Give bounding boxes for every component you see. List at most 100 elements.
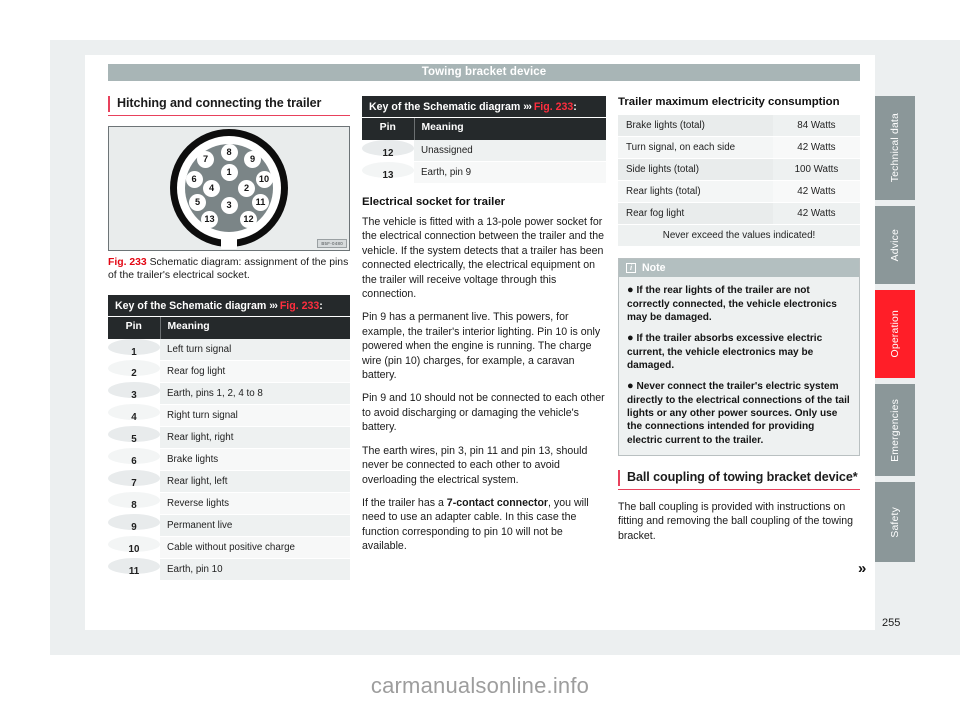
key-caption-prefix: Key of the Schematic diagram [115,299,267,312]
pin-cell: 6 [108,448,160,467]
socket-notch [221,238,237,250]
note-bullet-text: If the trailer absorbs excessive electri… [627,333,823,371]
sidebar-item-advice[interactable]: Advice [875,206,915,284]
consumption-value: 42 Watts [772,136,860,159]
table-row: Side lights (total) 100 Watts [618,158,860,181]
meaning-cell: Earth, pin 10 [160,558,350,581]
consumption-label: Turn signal, on each side [618,136,773,159]
paragraph-socket-description: The vehicle is fitted with a 13-pole pow… [362,216,605,301]
table-row: 5 Rear light, right [108,426,350,449]
note-bullet: ● If the rear lights of the trailer are … [627,283,851,324]
note-box: i Note ● If the rear lights of the trail… [618,258,860,457]
table-row: 6 Brake lights [108,448,350,471]
table-row: 11 Earth, pin 10 [108,558,350,581]
consumption-label: Rear fog light [618,202,773,225]
meaning-cell: Rear fog light [160,360,350,383]
consumption-label: Side lights (total) [618,158,773,181]
key-table-caption-row: Key of the Schematic diagram ››› Fig. 23… [362,96,606,118]
heading-max-consumption: Trailer maximum electricity consumption [618,96,840,108]
key-caption-arrows: ››› [523,101,532,113]
key-table-header-meaning: Meaning [414,117,606,140]
sidebar-item-emergencies[interactable]: Emergencies [875,384,915,476]
pin-cell: 8 [108,492,160,511]
info-icon: i [626,263,636,273]
table-row: Brake lights (total) 84 Watts [618,115,860,137]
section-heading-ball-coupling: Ball coupling of towing bracket device* [618,470,860,490]
key-table-caption: Key of the Schematic diagram ››› Fig. 23… [108,294,350,317]
meaning-cell: Permanent live [160,514,350,537]
table-row: Rear fog light 42 Watts [618,202,860,225]
paragraph-earth-wires: The earth wires, pin 3, pin 11 and pin 1… [362,444,588,486]
consumption-label: Rear lights (total) [618,180,773,203]
note-bullet: ● Never connect the trailer's electric s… [627,379,851,447]
pin-cell: 11 [108,558,160,577]
table-row: 8 Reverse lights [108,492,350,515]
section-heading-label: Hitching and connecting the trailer [117,96,322,110]
column-right: Trailer maximum electricity consumption … [618,96,860,552]
paragraph-7-contact-connector: If the trailer has a 7-contact connector… [362,496,606,554]
table-row: 12 Unassigned [362,140,606,162]
key-table-header-row: Pin Meaning [362,117,606,140]
table-row: 1 Left turn signal [108,338,350,361]
meaning-cell: Left turn signal [160,338,350,361]
key-caption-ref[interactable]: Fig. 233 [534,101,573,113]
key-table-header-meaning: Meaning [160,316,350,339]
key-table-caption: Key of the Schematic diagram ››› Fig. 23… [362,96,606,118]
table-footer-row: Never exceed the values indicated! [618,224,860,246]
sub-heading-electrical-socket: Electrical socket for trailer [362,196,506,208]
socket-pin-4: 4 [203,180,220,198]
tab-label: Safety [889,506,901,538]
figure-caption: Fig. 233 Schematic diagram: assignment o… [108,256,350,283]
consumption-value: 84 Watts [772,115,860,137]
meaning-cell: Earth, pins 1, 2, 4 to 8 [160,382,350,405]
table-row: 7 Rear light, left [108,470,350,493]
consumption-table: Brake lights (total) 84 Watts Turn signal… [618,115,860,246]
note-title: Note [642,262,666,274]
key-caption-ref[interactable]: Fig. 233 [280,300,319,312]
bullet-icon: ● [627,332,634,345]
key-caption-suffix: : [573,101,577,113]
figure-image-code: B5F-0480 [317,238,347,248]
meaning-cell: Rear light, left [160,470,350,493]
pin-cell: 13 [362,161,414,181]
socket-pin-13: 13 [201,211,218,229]
consumption-value: 42 Watts [772,180,860,203]
tab-label: Advice [889,228,901,262]
paragraph-ball-coupling: The ball coupling is provided with instr… [618,500,853,542]
page-number: 255 [882,617,901,629]
sidebar-item-safety[interactable]: Safety [875,482,915,562]
pin-cell: 4 [108,404,160,423]
sidebar-item-technical-data[interactable]: Technical data [875,96,915,200]
sidebar-item-operation[interactable]: Operation [875,290,915,378]
pin-cell: 3 [108,382,160,401]
key-table-pins-1-11: Key of the Schematic diagram ››› Fig. 23… [108,294,350,581]
column-left: Hitching and connecting the trailer 1 2 … [108,96,350,593]
table-row: 2 Rear fog light [108,360,350,383]
bullet-icon: ● [627,284,634,296]
meaning-cell: Cable without positive charge [160,536,350,559]
consumption-footer: Never exceed the values indicated! [618,224,860,246]
table-row: 9 Permanent live [108,514,350,537]
tab-label: Technical data [889,113,901,183]
meaning-cell: Unassigned [414,140,606,162]
table-row: 13 Earth, pin 9 [362,161,606,184]
key-table-header-row: Pin Meaning [108,316,350,339]
bullet-icon: ● [627,380,634,393]
key-caption-prefix: Key of the Schematic diagram [369,101,521,113]
key-table-header-pin: Pin [362,117,415,140]
consumption-value: 100 Watts [772,158,860,181]
meaning-cell: Earth, pin 9 [414,161,606,184]
socket-pin-3: 3 [220,197,238,215]
key-table-pins-12-13: Key of the Schematic diagram ››› Fig. 23… [362,96,606,184]
paragraph-pin9-pin10-warning: Pin 9 and 10 should not be connected to … [362,392,605,434]
table-row: 3 Earth, pins 1, 2, 4 to 8 [108,382,350,405]
pin-cell: 10 [108,536,160,555]
pin-cell: 2 [108,360,160,379]
pin-cell: 5 [108,426,160,445]
note-body: ● If the rear lights of the trailer are … [619,277,859,455]
column-middle: Key of the Schematic diagram ››› Fig. 23… [362,96,606,563]
table-row: Turn signal, on each side 42 Watts [618,136,860,159]
figure-caption-number: Fig. 233 [108,256,147,268]
pin-cell: 12 [362,140,414,159]
meaning-cell: Brake lights [160,448,350,471]
